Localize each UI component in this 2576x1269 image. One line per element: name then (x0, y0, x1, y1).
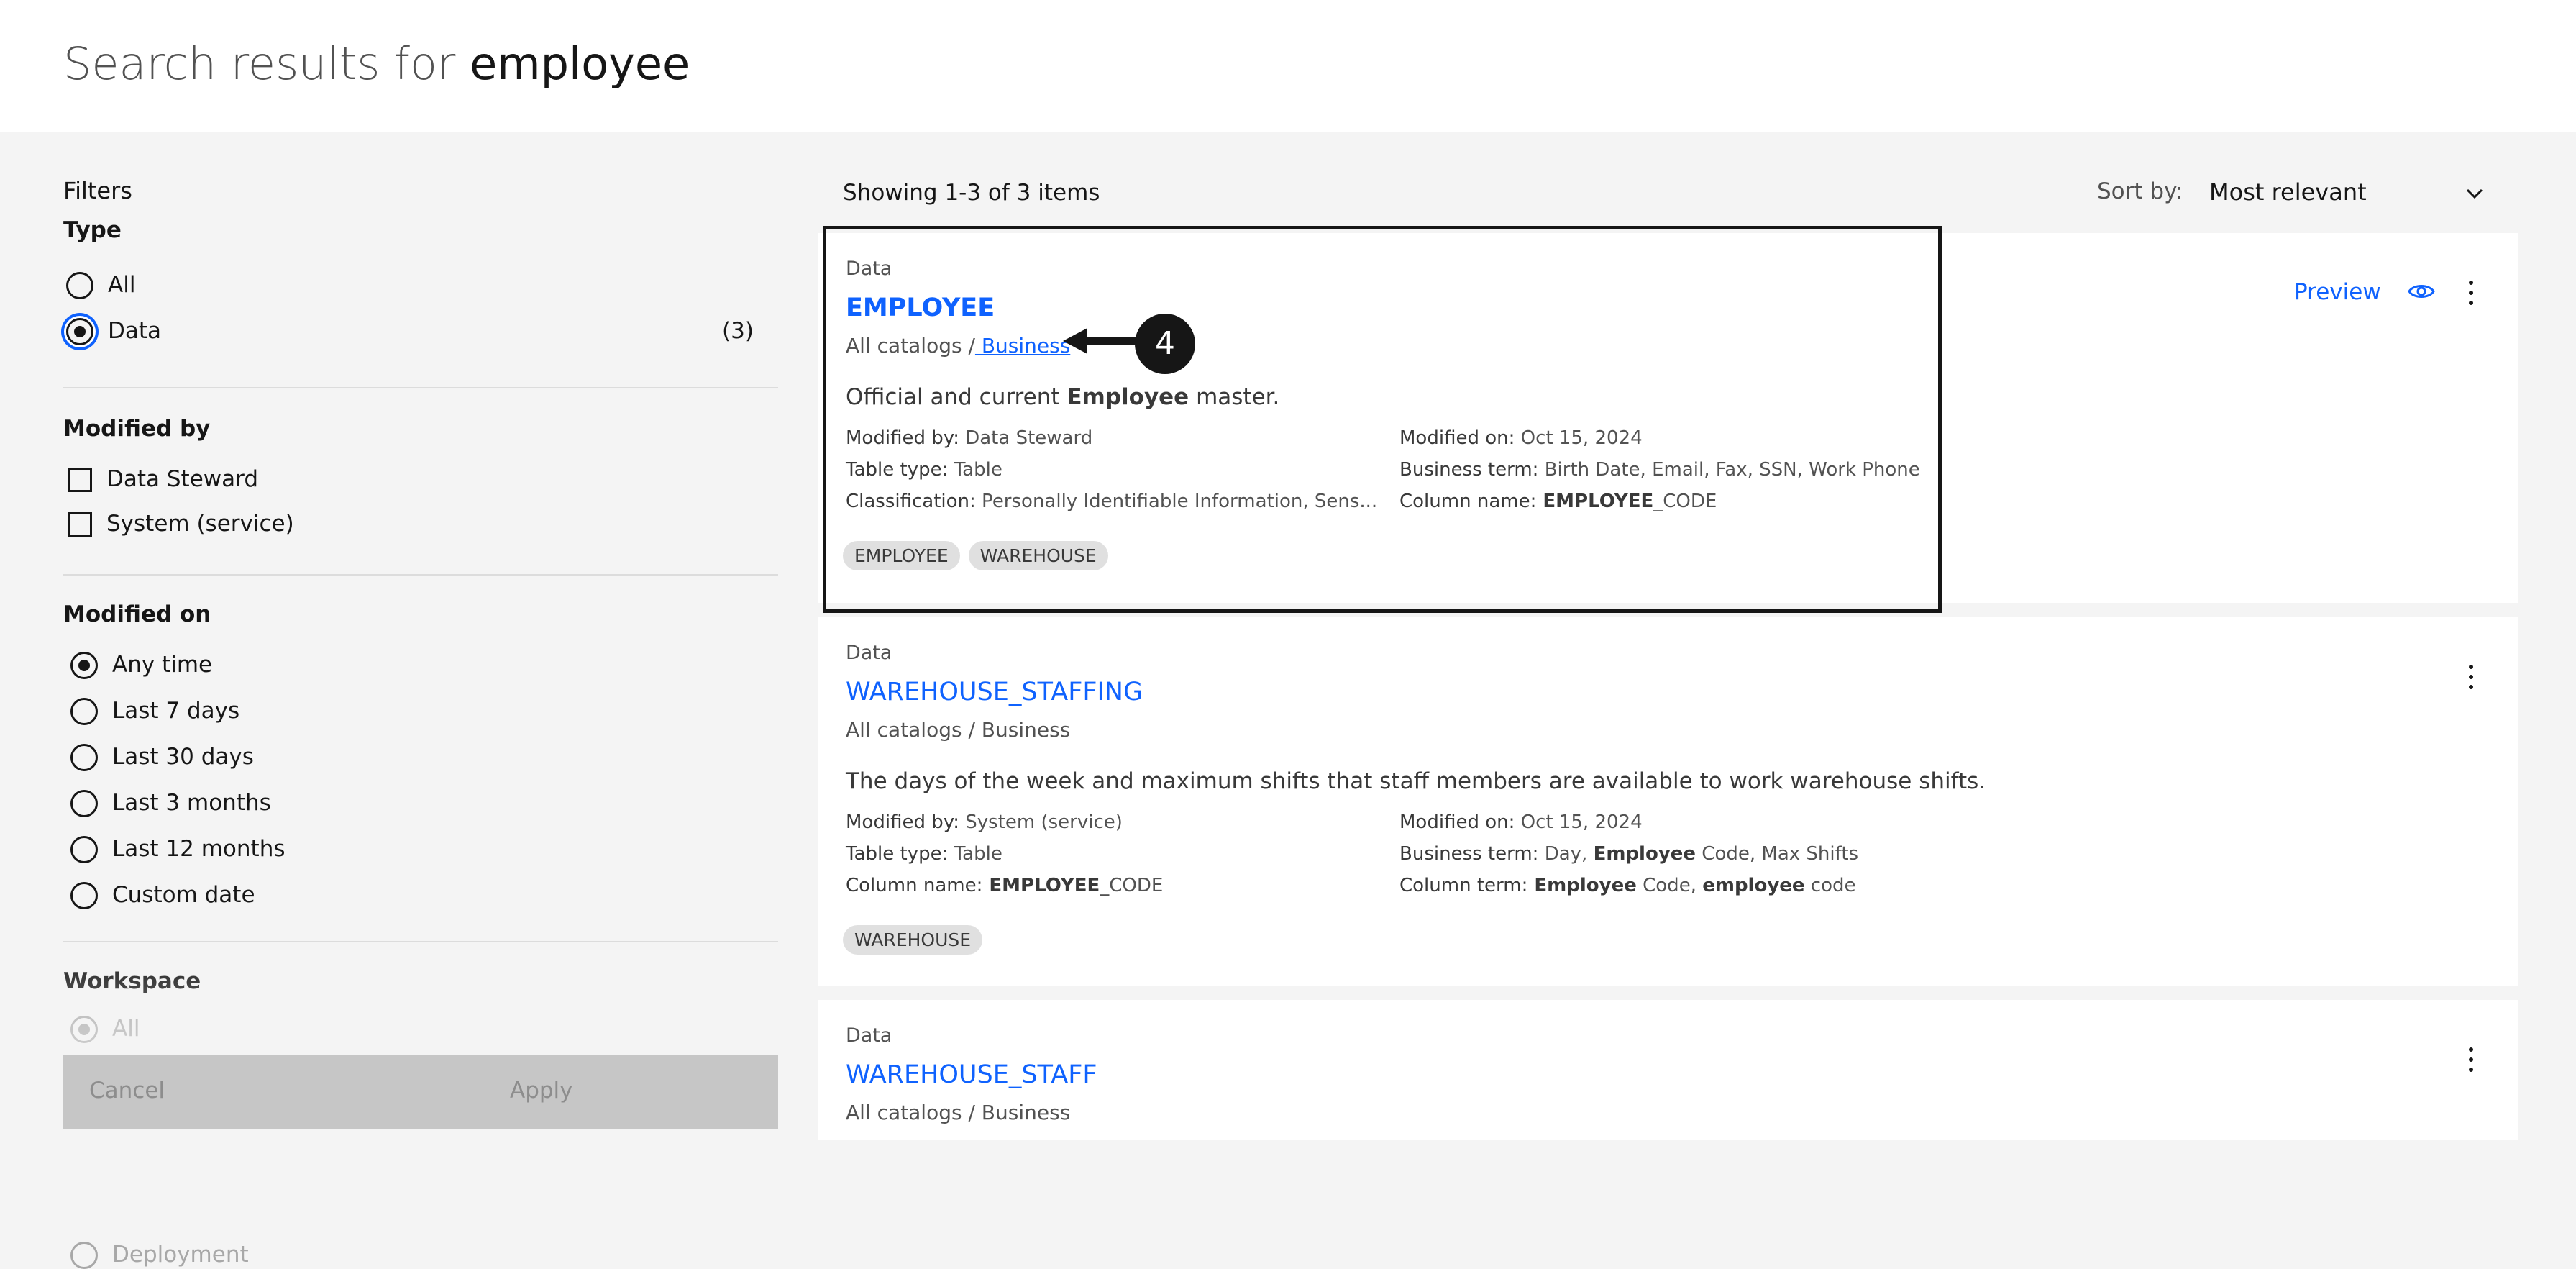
page-title: Search results for employee (63, 37, 690, 90)
workspace-all-radio[interactable] (70, 1016, 98, 1043)
meta-column-term: Column term: Employee Code, employee cod… (1399, 875, 1856, 896)
meta-key: Business term: (1399, 843, 1539, 865)
highlight-box (823, 226, 1942, 613)
meta-value: Table (948, 843, 1002, 865)
meta-column-name: Column name: EMPLOYEE_CODE (846, 875, 1163, 896)
meta-key: Column term: (1399, 875, 1528, 896)
workspace-all-label: All (112, 1016, 140, 1042)
result-description: The days of the week and maximum shifts … (846, 768, 1986, 794)
modified-on-custom-date-label: Custom date (112, 882, 255, 908)
modified-by-heading: Modified by (63, 416, 211, 442)
meta-value: Day, (1538, 843, 1594, 865)
filter-divider (63, 387, 778, 388)
meta-value: System (service) (959, 811, 1123, 833)
filters-heading: Filters (63, 177, 132, 204)
modified-on-custom-date-radio[interactable] (70, 882, 98, 909)
chevron-down-icon (2466, 188, 2483, 199)
meta-value-bold: Employee (1593, 843, 1696, 865)
cancel-button[interactable]: Cancel (63, 1055, 421, 1129)
workspace-heading: Workspace (63, 968, 201, 994)
meta-value: Code, Max Shifts (1696, 843, 1859, 865)
meta-key: Column name: (846, 875, 983, 896)
result-path: All catalogs / Business (846, 1101, 1071, 1124)
step-number-badge: 4 (1135, 314, 1195, 374)
preview-button[interactable]: Preview (2294, 279, 2381, 305)
modified-by-system-label: System (service) (106, 511, 294, 537)
modified-on-last-3-months-label: Last 3 months (112, 790, 271, 816)
result-title-link[interactable]: WAREHOUSE_STAFF (846, 1060, 1097, 1089)
tag[interactable]: WAREHOUSE (843, 925, 983, 955)
modified-on-last-30-days-label: Last 30 days (112, 744, 254, 770)
modified-on-any-time-radio[interactable] (70, 652, 98, 679)
result-type: Data (846, 642, 892, 664)
filter-panel: Filters Type All Data (3) Modified by Da… (0, 132, 791, 1269)
meta-key: Table type: (846, 843, 949, 865)
modified-by-data-steward-checkbox[interactable] (68, 468, 92, 492)
meta-business-term: Business term: Day, Employee Code, Max S… (1399, 843, 1858, 865)
modified-on-last-7-days-label: Last 7 days (112, 698, 240, 724)
modified-on-last-12-months-radio[interactable] (70, 836, 98, 863)
meta-value: Code, (1636, 875, 1703, 896)
meta-modified-on: Modified on: Oct 15, 2024 (1399, 811, 1643, 833)
type-data-label: Data (108, 318, 162, 344)
eye-icon[interactable] (2408, 281, 2435, 302)
modified-on-heading: Modified on (63, 601, 211, 627)
modified-on-last-30-days-radio[interactable] (70, 744, 98, 771)
modified-on-any-time-label: Any time (112, 652, 213, 678)
search-keyword: employee (470, 37, 690, 90)
type-all-radio[interactable] (66, 272, 93, 299)
meta-key: Modified on: (1399, 811, 1515, 833)
overflow-menu-icon[interactable] (2467, 1046, 2475, 1075)
modified-on-last-3-months-radio[interactable] (70, 790, 98, 817)
meta-value: code (1804, 875, 1856, 896)
result-path: All catalogs / Business (846, 718, 1071, 742)
results-count: Showing 1-3 of 3 items (843, 180, 1100, 206)
meta-value: _CODE (1100, 875, 1164, 896)
modified-on-last-12-months-label: Last 12 months (112, 836, 286, 862)
result-type: Data (846, 1024, 892, 1047)
meta-table-type: Table type: Table (846, 843, 1002, 865)
type-data-count: (3) (722, 318, 754, 344)
apply-button[interactable]: Apply (421, 1055, 778, 1129)
meta-value-bold: Employee (1527, 875, 1637, 896)
meta-key: Modified by: (846, 811, 959, 833)
overflow-menu-icon[interactable] (2467, 279, 2475, 308)
modified-by-data-steward-label: Data Steward (106, 466, 259, 492)
arrow-left-icon (1063, 328, 1138, 354)
page-header: Search results for employee (0, 0, 2576, 132)
meta-value-bold: employee (1702, 875, 1805, 896)
meta-modified-by: Modified by: System (service) (846, 811, 1123, 833)
type-data-radio[interactable] (66, 318, 93, 345)
meta-value: Oct 15, 2024 (1515, 811, 1643, 833)
type-filter-heading: Type (63, 217, 122, 243)
modified-by-system-checkbox[interactable] (68, 512, 92, 537)
workspace-deployment-label: Deployment (112, 1242, 249, 1268)
tag-list: WAREHOUSE (843, 925, 983, 955)
workspace-deployment-radio[interactable] (70, 1242, 98, 1269)
modified-on-last-7-days-radio[interactable] (70, 698, 98, 725)
sort-value: Most relevant (2209, 178, 2367, 206)
result-title-link[interactable]: WAREHOUSE_STAFFING (846, 678, 1143, 706)
sort-by-label: Sort by: (2097, 178, 2183, 204)
filter-divider (63, 941, 778, 942)
overflow-menu-icon[interactable] (2467, 663, 2475, 692)
result-card-warehouse-staff[interactable]: Data WAREHOUSE_STAFF All catalogs / Busi… (818, 1000, 2518, 1140)
result-card-warehouse-staffing[interactable]: Data WAREHOUSE_STAFFING All catalogs / B… (818, 617, 2518, 986)
meta-value-bold: EMPLOYEE (982, 875, 1100, 896)
sort-dropdown[interactable]: Most relevant (2208, 167, 2488, 219)
title-prefix: Search results for (63, 37, 456, 90)
filter-divider (63, 574, 778, 576)
type-all-label: All (108, 272, 136, 298)
filter-action-bar: Cancel Apply (63, 1055, 778, 1129)
